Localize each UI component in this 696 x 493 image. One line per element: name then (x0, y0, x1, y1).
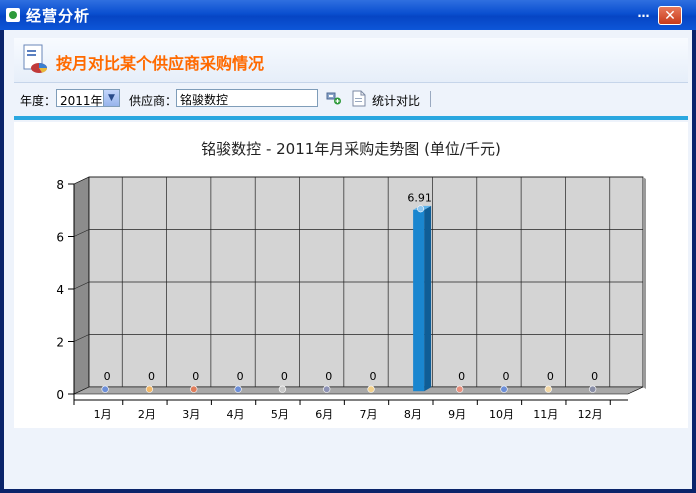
data-point (101, 385, 109, 393)
data-point (500, 385, 508, 393)
data-label: 0 (281, 370, 288, 383)
data-point (417, 205, 425, 213)
data-point (367, 385, 375, 393)
x-tick-label: 10月 (489, 408, 514, 421)
document-icon (352, 90, 366, 107)
x-tick-label: 4月 (227, 408, 245, 421)
x-tick-label: 6月 (315, 408, 333, 421)
data-label: 0 (148, 370, 155, 383)
window-title: 经营分析 (26, 7, 91, 25)
y-tick-label: 6 (56, 231, 64, 245)
year-label: 年度： (20, 94, 57, 108)
toolbar-separator (430, 91, 431, 107)
data-point (234, 385, 242, 393)
compare-button-label: 统计对比 (372, 94, 421, 108)
data-point (456, 385, 464, 393)
data-point (544, 385, 552, 393)
x-tick-label: 8月 (404, 408, 422, 421)
x-tick-label: 12月 (578, 408, 603, 421)
year-select[interactable]: 2011年 ▼ (56, 89, 120, 108)
y-tick-label: 0 (56, 388, 64, 402)
data-label: 0 (458, 370, 465, 383)
y-tick-label: 4 (56, 283, 64, 297)
data-label: 0 (370, 370, 377, 383)
x-tick-label: 9月 (448, 408, 466, 421)
bar-side (424, 205, 432, 392)
chevron-down-icon[interactable]: ▼ (103, 90, 119, 106)
data-label: 0 (104, 370, 111, 383)
compare-button[interactable]: 统计对比 (352, 88, 428, 110)
data-point (323, 385, 331, 393)
page-header: 按月对比某个供应商采购情况 (14, 38, 688, 83)
year-value: 2011年 (60, 94, 103, 108)
y-tick-label: 2 (56, 336, 64, 350)
header-divider (14, 116, 688, 120)
data-label: 0 (325, 370, 332, 383)
chart-title: 铭骏数控 - 2011年月采购走势图 (单位/千元) (201, 140, 501, 158)
close-button[interactable]: ✕ (658, 6, 682, 25)
data-point (589, 385, 597, 393)
data-label: 0 (192, 370, 199, 383)
supplier-label: 供应商： (129, 94, 178, 108)
app-icon (6, 8, 20, 22)
chart-floor (73, 386, 644, 395)
client-area: 按月对比某个供应商采购情况 年度： 2011年 ▼ 供应商： 铭骏数控 统计对比… (4, 30, 692, 489)
data-label: 0 (237, 370, 244, 383)
purchase-trend-chart: 铭骏数控 - 2011年月采购走势图 (单位/千元) 0 2 4 6 8 0 1月 0 2月 0 3月… (56, 140, 646, 421)
data-label: 0 (503, 370, 510, 383)
data-point (278, 385, 287, 393)
chart-panel: 铭骏数控 - 2011年月采购走势图 (单位/千元) 0 2 4 6 8 0 1月 0 2月 0 3月… (14, 122, 688, 428)
minimize-button[interactable]: … (633, 6, 654, 25)
x-tick-label: 7月 (360, 408, 378, 421)
data-label: 0 (591, 370, 598, 383)
pick-supplier-icon[interactable] (326, 90, 342, 106)
x-tick-label: 1月 (94, 408, 112, 421)
chart-right-edge (643, 177, 646, 389)
bottom-panel (4, 428, 692, 489)
data-label: 0 (547, 370, 554, 383)
supplier-input[interactable]: 铭骏数控 (176, 89, 318, 107)
x-tick-label: 5月 (271, 408, 289, 421)
title-bar[interactable]: 经营分析 … ✕ (0, 0, 696, 30)
y-tick-label: 8 (56, 178, 64, 192)
data-point (190, 385, 198, 393)
x-tick-label: 3月 (182, 408, 200, 421)
toolbar: 年度： 2011年 ▼ 供应商： 铭骏数控 统计对比 (14, 84, 688, 114)
x-tick-label: 2月 (138, 408, 156, 421)
page-title: 按月对比某个供应商采购情况 (56, 54, 265, 73)
data-label: 6.91 (407, 192, 432, 205)
x-tick-label: 11月 (533, 408, 558, 421)
report-chart-icon (23, 44, 47, 73)
bar (413, 209, 425, 392)
app-window: 经营分析 … ✕ 按月对比某个供应商采购情况 年度： 2011年 ▼ 供应商： … (0, 0, 696, 493)
data-point (145, 385, 154, 393)
